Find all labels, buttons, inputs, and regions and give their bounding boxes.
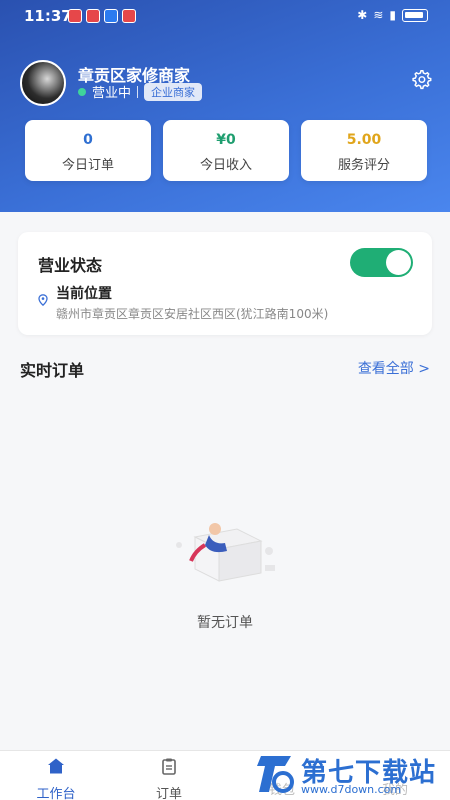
stat-card-income[interactable]: ¥0 今日收入	[163, 120, 289, 181]
alipay-notification-icon	[104, 9, 118, 23]
business-status-card: 营业状态 当前位置 赣州市章贡区章贡区安居社区西区(犹江路南100米)	[18, 232, 432, 335]
realtime-orders-title: 实时订单	[20, 361, 85, 380]
stat-card-rating[interactable]: 5.00 服务评分	[301, 120, 427, 181]
stat-value: ¥0	[216, 132, 236, 148]
stat-label: 今日订单	[61, 158, 114, 173]
status-bar: 11:37 ✱ ≋ ▮	[0, 0, 450, 32]
status-right: ✱ ≋ ▮	[357, 8, 428, 22]
watermark-url: www.d7down.com	[301, 783, 402, 796]
tab-label: 订单	[155, 787, 182, 800]
watermark: 第七下载站 www.d7down.com	[255, 750, 450, 800]
location-address: 赣州市章贡区章贡区安居社区西区(犹江路南100米)	[56, 307, 329, 321]
toggle-knob	[386, 250, 411, 275]
shop-status-text: 营业中	[92, 86, 132, 101]
stat-value: 0	[83, 132, 93, 148]
status-time: 11:37	[24, 7, 72, 25]
business-status-toggle[interactable]	[350, 248, 413, 277]
shop-status: 营业中 企业商家	[78, 82, 203, 101]
settings-icon[interactable]	[410, 68, 432, 90]
battery-icon	[402, 8, 428, 22]
app-notification-icon	[86, 9, 100, 23]
stat-value: 5.00	[346, 132, 382, 148]
stat-label: 今日收入	[199, 158, 252, 173]
tab-label: 工作台	[36, 787, 76, 800]
status-notification-icons	[68, 9, 136, 23]
empty-orders-illustration	[176, 523, 275, 582]
wifi-icon: ≋	[373, 8, 384, 22]
stat-card-orders[interactable]: 0 今日订单	[25, 120, 151, 181]
avatar[interactable]	[20, 60, 66, 106]
bluetooth-icon: ✱	[357, 8, 368, 22]
tab-orders[interactable]: 订单	[134, 757, 204, 800]
location-label: 当前位置	[56, 286, 112, 302]
view-all-link[interactable]: 查看全部 >	[358, 358, 430, 378]
location-pin-icon	[38, 294, 48, 306]
app-notification-icon	[68, 9, 82, 23]
home-icon	[48, 758, 64, 774]
clipboard-icon	[162, 758, 176, 775]
business-status-title: 营业状态	[38, 256, 103, 275]
app-notification-icon	[122, 9, 136, 23]
shop-type-tag: 企业商家	[144, 82, 203, 101]
empty-orders-text: 暂无订单	[197, 615, 253, 631]
stat-label: 服务评分	[337, 158, 390, 173]
status-dot-icon	[78, 87, 86, 96]
watermark-logo-icon	[257, 756, 294, 793]
divider	[137, 85, 139, 98]
alert-icon: ▮	[389, 8, 396, 22]
tab-workbench[interactable]: 工作台	[21, 757, 91, 800]
